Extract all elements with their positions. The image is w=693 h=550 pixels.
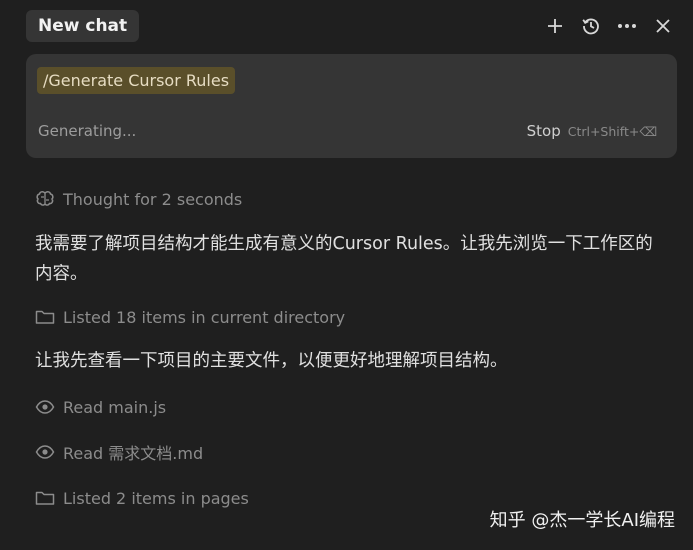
thought-label: Thought for 2 seconds — [63, 189, 243, 209]
listed-pages-row[interactable]: Listed 2 items in pages — [34, 486, 249, 510]
listed-directory-label: Listed 18 items in current directory — [63, 307, 346, 327]
read-file-label: Read 需求文档.md — [63, 444, 204, 463]
chat-header: New chat — [0, 0, 693, 54]
eye-icon — [34, 397, 55, 418]
folder-icon — [34, 488, 55, 509]
plus-icon[interactable] — [543, 14, 567, 38]
close-icon[interactable] — [651, 14, 675, 38]
prompt-command-chip[interactable]: /Generate Cursor Rules — [37, 67, 236, 94]
eye-icon — [34, 442, 55, 463]
read-file-row[interactable]: Read main.js — [34, 395, 166, 419]
tab-new-chat[interactable]: New chat — [26, 10, 140, 42]
generating-status: Generating... — [38, 122, 137, 140]
stop-shortcut: Ctrl+Shift+⌫ — [567, 124, 657, 139]
read-file-row-2[interactable]: Read 需求文档.md — [34, 440, 203, 464]
composer-card[interactable]: /Generate Cursor Rules Generating... Sto… — [26, 54, 677, 158]
brain-icon — [34, 189, 55, 210]
history-icon[interactable] — [579, 14, 603, 38]
more-icon[interactable] — [615, 14, 639, 38]
stop-button[interactable]: Stop Ctrl+Shift+⌫ — [527, 122, 657, 140]
read-file-label: Read main.js — [63, 397, 167, 417]
folder-icon — [34, 307, 55, 328]
thought-row[interactable]: Thought for 2 seconds — [34, 187, 242, 211]
assistant-message: 我需要了解项目结构才能生成有意义的Cursor Rules。让我先浏览一下工作区… — [35, 234, 653, 284]
listed-pages-label: Listed 2 items in pages — [63, 488, 249, 508]
listed-directory-row[interactable]: Listed 18 items in current directory — [34, 305, 345, 329]
watermark: 知乎 @杰一学长AI编程 — [489, 510, 675, 531]
stop-label: Stop — [526, 122, 561, 140]
assistant-message-2: 让我先查看一下项目的主要文件，以便更好地理解项目结构。 — [35, 351, 508, 371]
